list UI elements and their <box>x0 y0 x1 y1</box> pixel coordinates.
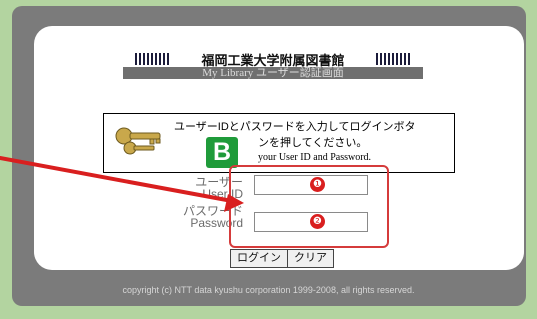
instruction-text-ja-2: ンを押してください。 <box>258 137 368 149</box>
clear-button[interactable]: クリア <box>287 249 334 268</box>
library-header: 福岡工業大学附属図書館 My Library ユーザー認証画面 <box>123 50 423 79</box>
decorative-bars-right <box>376 53 410 65</box>
callout-badge-b: B <box>206 137 238 168</box>
login-button[interactable]: ログイン <box>230 249 288 268</box>
instruction-text-en: your User ID and Password. <box>258 152 372 163</box>
instruction-box: ユーザーIDとパスワードを入力してログインボタ ンを押してください。 your … <box>103 113 455 173</box>
decorative-bars-left <box>135 53 169 65</box>
highlight-box <box>229 165 389 248</box>
key-icon <box>115 127 161 155</box>
instruction-text-ja-1: ユーザーIDとパスワードを入力してログインボタ <box>174 121 416 133</box>
copyright-text: copyright (c) NTT data kyushu corporatio… <box>122 285 415 295</box>
page-subtitle: My Library ユーザー認証画面 <box>123 67 423 79</box>
